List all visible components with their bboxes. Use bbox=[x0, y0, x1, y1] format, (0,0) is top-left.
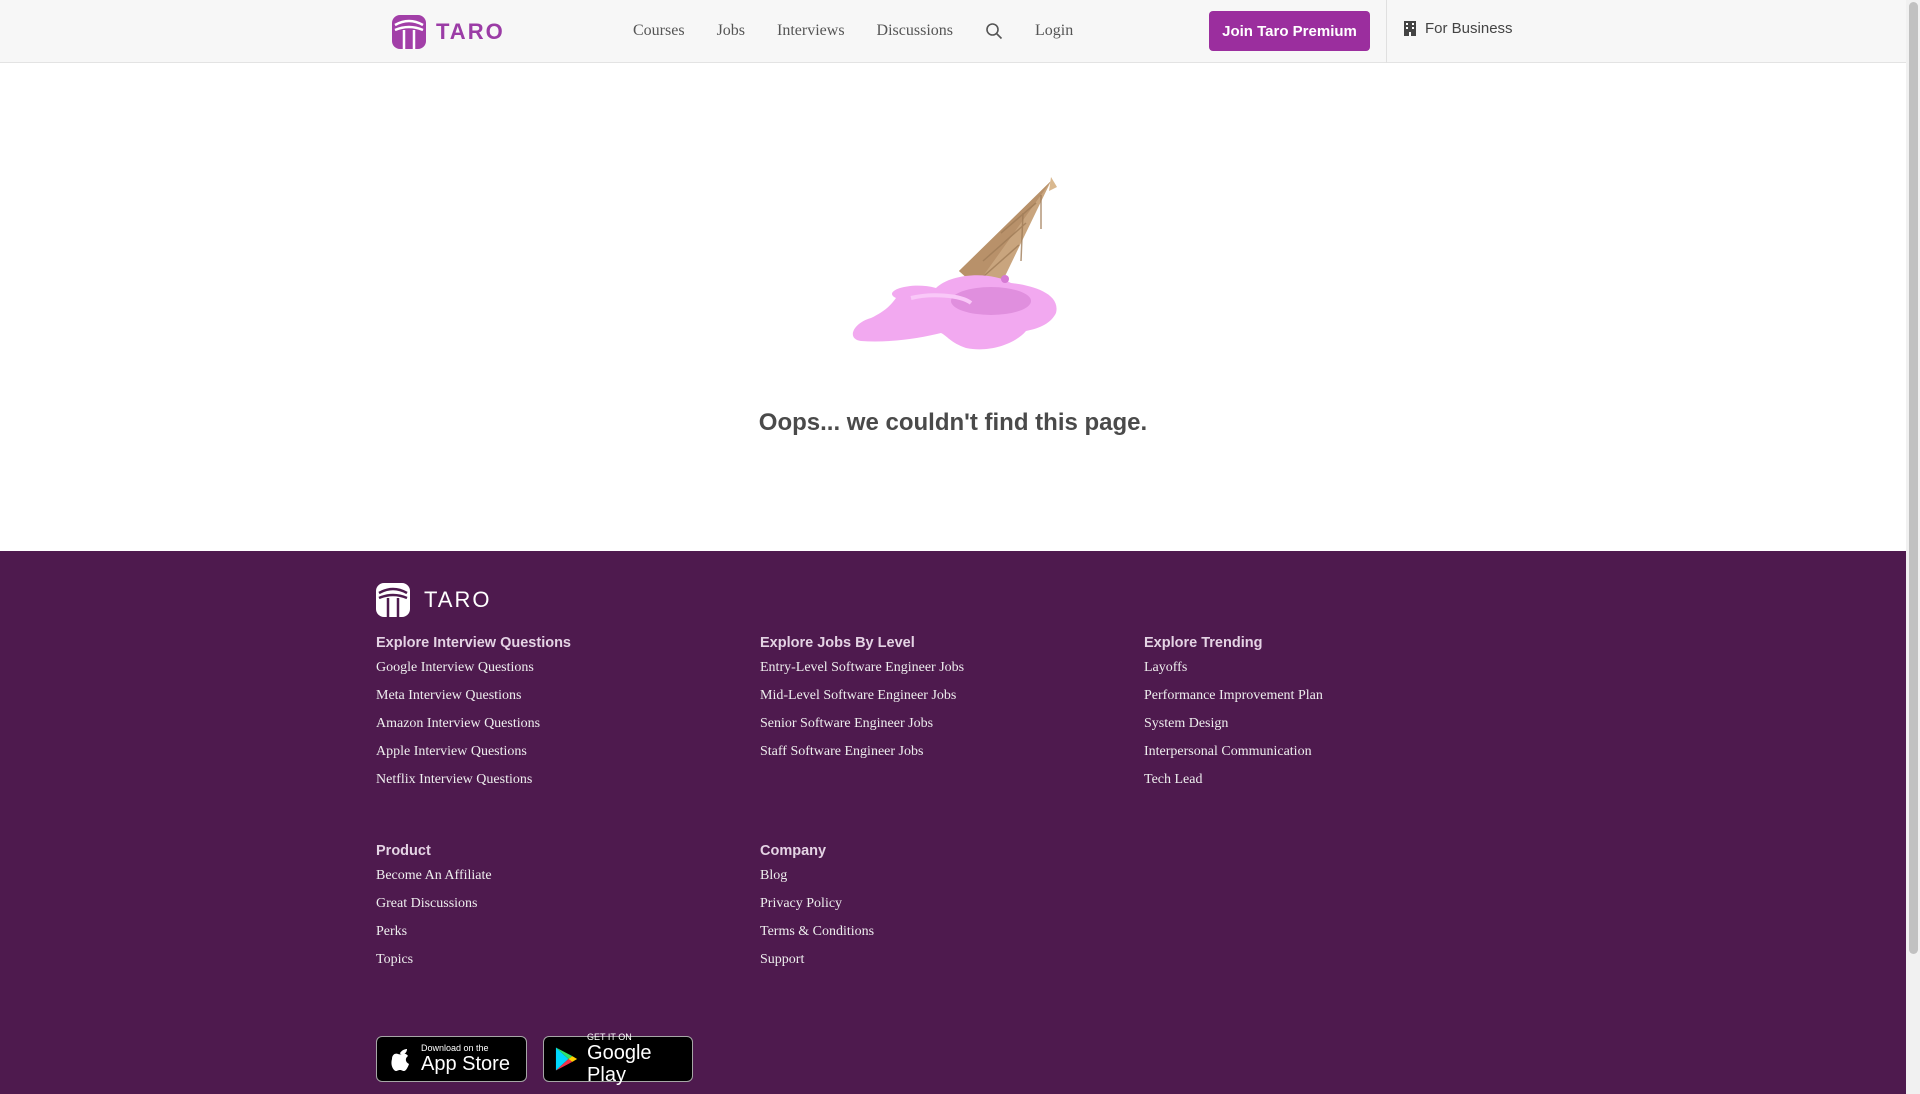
nav-discussions[interactable]: Discussions bbox=[877, 22, 953, 40]
google-play-icon bbox=[555, 1047, 578, 1071]
footer-link[interactable]: Mid-Level Software Engineer Jobs bbox=[760, 687, 1120, 705]
footer-column-interview-questions: Explore Interview Questions Google Inter… bbox=[376, 635, 736, 799]
app-store-small-text: Download on the bbox=[421, 1043, 489, 1053]
footer-logo-text: TARO bbox=[424, 587, 492, 612]
footer-link[interactable]: Interpersonal Communication bbox=[1144, 743, 1504, 761]
taro-logo-icon bbox=[392, 15, 426, 49]
footer-link[interactable]: System Design bbox=[1144, 715, 1504, 733]
not-found-content: Oops... we couldn't find this page. bbox=[0, 63, 1906, 551]
footer-link[interactable]: Blog bbox=[760, 867, 1120, 885]
google-play-big-text: Google Play bbox=[587, 1042, 652, 1086]
footer-link[interactable]: Great Discussions bbox=[376, 895, 736, 913]
top-navbar: TARO Courses Jobs Interviews Discussions… bbox=[0, 0, 1906, 63]
for-business-label: For Business bbox=[1425, 20, 1513, 37]
app-store-badge[interactable]: Download on the App Store bbox=[376, 1036, 527, 1082]
main-nav: Courses Jobs Interviews Discussions Logi… bbox=[633, 0, 1105, 62]
footer-column-product: Product Become An Affiliate Great Discus… bbox=[376, 843, 736, 979]
error-message: Oops... we couldn't find this page. bbox=[758, 409, 1148, 436]
footer-column-company: Company Blog Privacy Policy Terms & Cond… bbox=[760, 843, 1120, 979]
nav-courses[interactable]: Courses bbox=[633, 22, 685, 40]
footer-column-title: Explore Trending bbox=[1144, 635, 1263, 651]
footer-column-title: Explore Interview Questions bbox=[376, 635, 571, 651]
taro-logo-icon bbox=[376, 583, 410, 617]
page-scrollbar[interactable] bbox=[1906, 0, 1920, 1094]
footer-link[interactable]: Meta Interview Questions bbox=[376, 687, 736, 705]
taro-logo-text: TARO bbox=[436, 19, 505, 44]
google-play-small-text: GET IT ON bbox=[587, 1032, 632, 1042]
footer-column-title: Company bbox=[760, 843, 827, 859]
scrollbar-thumb[interactable] bbox=[1909, 2, 1918, 954]
google-play-badge[interactable]: GET IT ON Google Play bbox=[543, 1032, 693, 1086]
join-premium-button[interactable]: Join Taro Premium bbox=[1209, 11, 1370, 51]
footer-link[interactable]: Support bbox=[760, 951, 1120, 969]
footer-link[interactable]: Apple Interview Questions bbox=[376, 743, 736, 761]
footer-link[interactable]: Netflix Interview Questions bbox=[376, 771, 736, 789]
footer-link[interactable]: Become An Affiliate bbox=[376, 867, 736, 885]
footer-link[interactable]: Staff Software Engineer Jobs bbox=[760, 743, 1120, 761]
site-footer: TARO Explore Interview Questions Google … bbox=[0, 551, 1906, 1094]
app-store-big-text: App Store bbox=[421, 1053, 510, 1075]
footer-column-trending: Explore Trending Layoffs Performance Imp… bbox=[1144, 635, 1504, 799]
building-icon bbox=[1404, 21, 1416, 36]
footer-link[interactable]: Entry-Level Software Engineer Jobs bbox=[760, 659, 1120, 677]
nav-interviews[interactable]: Interviews bbox=[777, 22, 845, 40]
apple-icon bbox=[391, 1049, 409, 1071]
footer-link[interactable]: Perks bbox=[376, 923, 736, 941]
footer-link[interactable]: Terms & Conditions bbox=[760, 923, 1120, 941]
footer-link[interactable]: Senior Software Engineer Jobs bbox=[760, 715, 1120, 733]
for-business-link[interactable]: For Business bbox=[1403, 20, 1513, 37]
melted-ice-cream-illustration bbox=[852, 177, 1057, 350]
footer-column-title: Product bbox=[376, 843, 431, 859]
nav-jobs[interactable]: Jobs bbox=[717, 22, 745, 40]
login-link[interactable]: Login bbox=[1035, 22, 1073, 40]
footer-link[interactable]: Layoffs bbox=[1144, 659, 1504, 677]
footer-column-jobs-by-level: Explore Jobs By Level Entry-Level Softwa… bbox=[760, 635, 1120, 771]
footer-column-title: Explore Jobs By Level bbox=[760, 635, 915, 651]
footer-logo[interactable]: TARO bbox=[376, 583, 491, 617]
search-icon[interactable] bbox=[985, 22, 1003, 40]
taro-logo-link[interactable]: TARO bbox=[392, 15, 505, 49]
footer-link[interactable]: Tech Lead bbox=[1144, 771, 1504, 789]
footer-link[interactable]: Privacy Policy bbox=[760, 895, 1120, 913]
footer-link[interactable]: Topics bbox=[376, 951, 736, 969]
footer-link[interactable]: Amazon Interview Questions bbox=[376, 715, 736, 733]
header-divider bbox=[1386, 0, 1387, 63]
footer-link[interactable]: Performance Improvement Plan bbox=[1144, 687, 1504, 705]
footer-link[interactable]: Google Interview Questions bbox=[376, 659, 736, 677]
